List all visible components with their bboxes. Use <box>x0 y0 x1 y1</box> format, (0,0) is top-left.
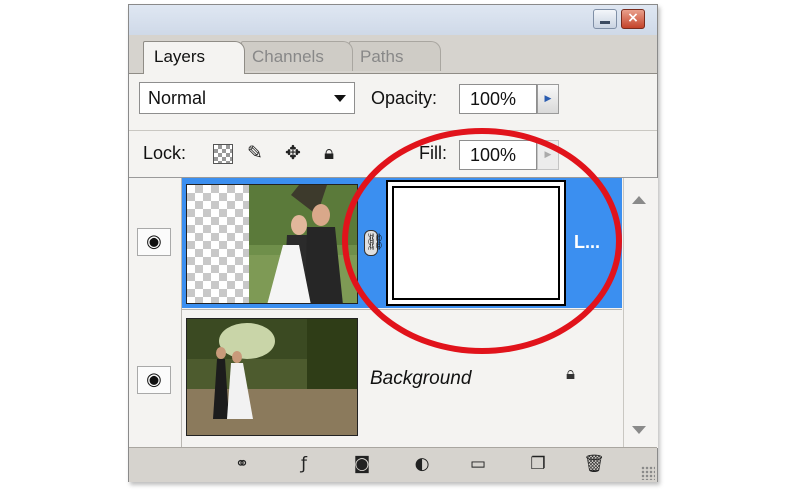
lock-move-icon[interactable]: ✥ <box>281 140 305 166</box>
opacity-slider-button[interactable]: ▶ <box>537 84 559 114</box>
fill-label: Fill: <box>419 143 447 163</box>
lock-label: Lock: <box>143 143 187 163</box>
add-mask-icon[interactable]: ◙ <box>349 452 375 476</box>
adjustment-layer-icon[interactable]: ◐ <box>409 452 435 476</box>
layer-name[interactable]: L... <box>574 228 600 256</box>
chain-link-icon[interactable]: ⛓︎ <box>364 230 385 256</box>
garden-couple-image <box>187 319 357 435</box>
lock-all-icon[interactable]: 🔒︎ <box>317 140 341 166</box>
tab-paths[interactable]: Paths <box>349 41 441 71</box>
layer-row-background[interactable]: Background 🔒︎ <box>182 309 622 447</box>
new-layer-icon[interactable]: ❐ <box>525 452 551 476</box>
layer-name[interactable]: Background <box>370 365 471 393</box>
layer-row-selected[interactable]: ⛓︎ L... <box>182 178 622 308</box>
panel-titlebar: × <box>129 5 657 36</box>
layers-panel: × Layers Channels Paths ▶ Normal Opacity… <box>128 4 658 482</box>
visibility-column: ◉ ◉ <box>129 178 182 448</box>
eye-icon[interactable]: ◉ <box>137 366 171 394</box>
lock-icon: 🔒︎ <box>566 364 576 384</box>
eye-icon[interactable]: ◉ <box>137 228 171 256</box>
fill-slider-button[interactable]: ▶ <box>537 140 559 170</box>
new-group-icon[interactable]: ▭ <box>465 452 491 476</box>
transparency-checker <box>187 185 249 303</box>
trash-icon[interactable]: 🗑︎ <box>581 452 607 476</box>
scroll-up-icon[interactable] <box>632 196 646 204</box>
fill-input[interactable]: 100% <box>459 140 537 170</box>
opacity-label: Opacity: <box>371 88 438 108</box>
lock-transparent-icon[interactable] <box>213 144 233 164</box>
layers-scrollbar[interactable] <box>623 178 658 448</box>
link-layers-icon[interactable]: ⚭ <box>229 452 255 476</box>
layer-mask-fill <box>392 186 560 300</box>
close-button[interactable]: × <box>621 9 645 29</box>
lock-paint-icon[interactable]: ✎ <box>243 140 267 166</box>
chevron-down-icon <box>334 95 346 102</box>
controls-divider <box>129 130 657 131</box>
layer-mask-thumbnail[interactable] <box>386 180 566 306</box>
layer-thumbnail <box>186 318 358 436</box>
panel-bottom-toolbar: ⚭ ƒ ◙ ◐ ▭ ❐ 🗑︎ <box>129 447 657 482</box>
tab-channels[interactable]: Channels <box>241 41 353 71</box>
blend-mode-select[interactable]: Normal <box>139 82 355 114</box>
tab-layers[interactable]: Layers <box>143 41 245 74</box>
layer-controls: Normal Opacity: 100% ▶ Lock: ✎ ✥ 🔒︎ Fill… <box>129 74 657 177</box>
panel-tabs: Layers Channels Paths ▶ <box>129 35 657 101</box>
blend-mode-value: Normal <box>148 88 207 108</box>
opacity-input[interactable]: 100% <box>459 84 537 114</box>
scroll-down-icon[interactable] <box>632 426 646 434</box>
minimize-button[interactable] <box>593 9 617 29</box>
layers-list: ◉ ◉ ⛓︎ L... Background 🔒︎ <box>129 177 658 448</box>
layer-thumbnail <box>186 184 358 304</box>
layer-style-icon[interactable]: ƒ <box>291 452 317 476</box>
resize-grip[interactable] <box>641 466 655 480</box>
